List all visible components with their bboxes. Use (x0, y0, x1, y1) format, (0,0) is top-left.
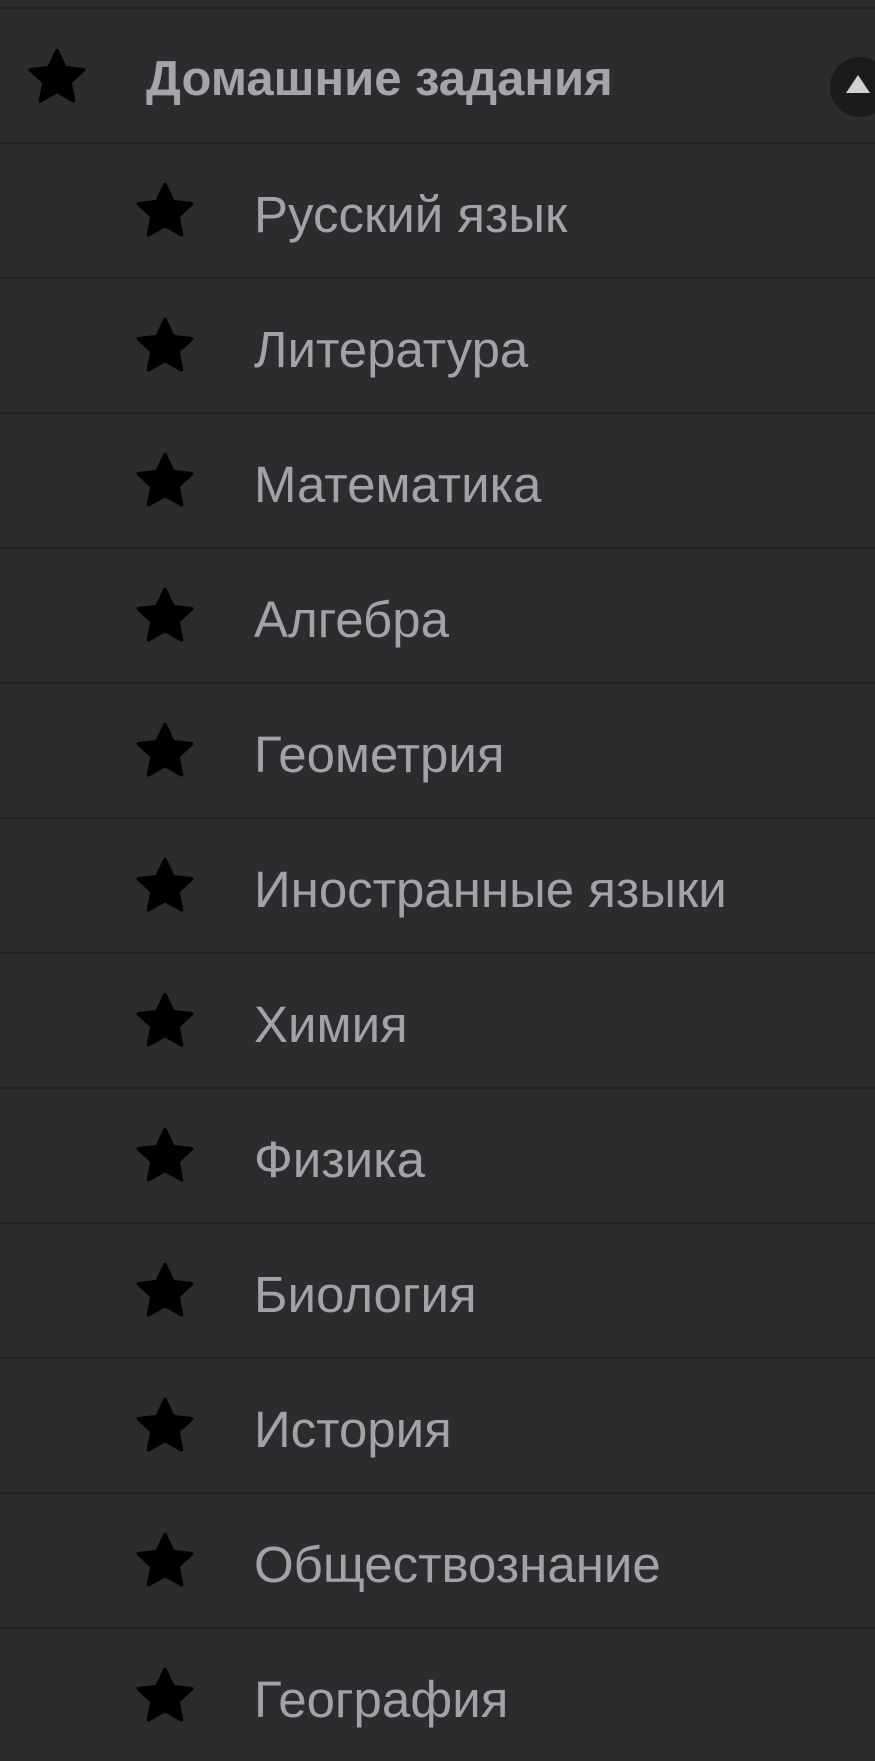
list-item[interactable]: Биология (0, 1224, 875, 1359)
star-icon (134, 585, 196, 647)
star-icon (134, 990, 196, 1052)
list-item[interactable]: Алгебра (0, 549, 875, 684)
list-item-label: Иностранные языки (254, 861, 727, 918)
collapse-button[interactable] (830, 57, 875, 117)
list-item[interactable]: Физика (0, 1089, 875, 1224)
list-item-label: География (254, 1671, 509, 1728)
list-item[interactable]: Математика (0, 414, 875, 549)
list-item-label: Химия (254, 996, 408, 1053)
list-item-label: Алгебра (254, 591, 449, 648)
star-icon (134, 315, 196, 377)
homework-menu: Домашние задания Русский язык Литература М… (0, 0, 875, 1761)
list-item-label: История (254, 1401, 452, 1458)
star-icon (134, 1530, 196, 1592)
star-icon (134, 1665, 196, 1727)
chevron-up-icon (846, 75, 870, 93)
star-icon (134, 720, 196, 782)
list-item-label: Биология (254, 1266, 477, 1323)
star-icon (134, 180, 196, 242)
section-title: Домашние задания (146, 52, 613, 106)
top-divider (0, 0, 875, 9)
star-icon (134, 855, 196, 917)
list-item[interactable]: История (0, 1359, 875, 1494)
list-item-label: Обществознание (254, 1536, 661, 1593)
star-icon (26, 46, 88, 108)
list-item[interactable]: Химия (0, 954, 875, 1089)
list-item[interactable]: Русский язык (0, 144, 875, 279)
list-item[interactable]: Литература (0, 279, 875, 414)
list-item-label: Литература (254, 321, 529, 378)
list-item-label: Геометрия (254, 726, 505, 783)
list-item[interactable]: География (0, 1629, 875, 1761)
star-icon (134, 450, 196, 512)
star-icon (134, 1125, 196, 1187)
subject-list: Русский язык Литература Математика Алгебра Г… (0, 144, 875, 1761)
list-item[interactable]: Обществознание (0, 1494, 875, 1629)
list-item-label: Русский язык (254, 186, 568, 243)
star-icon (134, 1395, 196, 1457)
list-item-label: Математика (254, 456, 542, 513)
list-item[interactable]: Геометрия (0, 684, 875, 819)
list-item-label: Физика (254, 1131, 425, 1188)
section-header-homework[interactable]: Домашние задания (0, 9, 875, 144)
star-icon (134, 1260, 196, 1322)
list-item[interactable]: Иностранные языки (0, 819, 875, 954)
